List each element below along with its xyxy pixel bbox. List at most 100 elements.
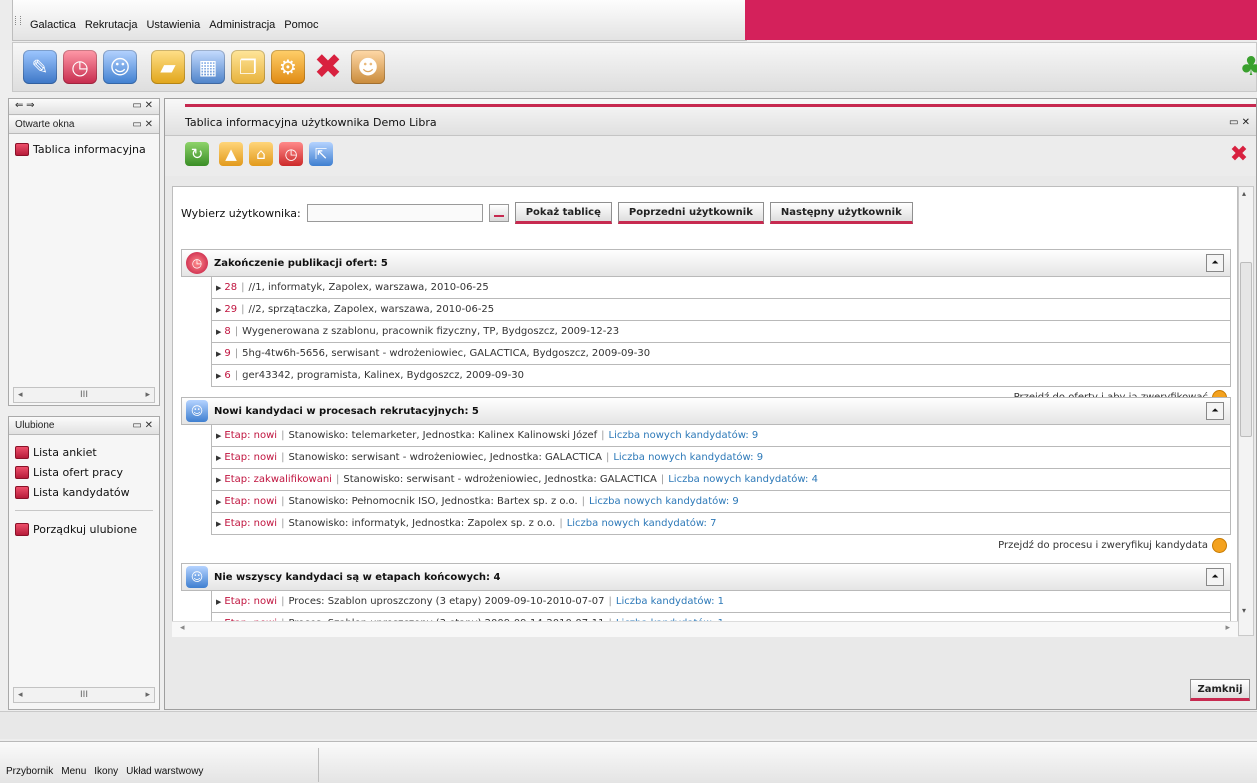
offer-id-link[interactable]: 9 bbox=[224, 348, 230, 359]
section-offers-ending: ◷ Zakończenie publikacji ofert: 5 ⏶ ▶ 28 |… bbox=[181, 249, 1231, 407]
refresh-icon[interactable]: ↻ bbox=[185, 142, 209, 166]
stage-link[interactable]: Etap: nowi bbox=[224, 496, 277, 507]
edit-icon[interactable]: ✎ bbox=[23, 50, 57, 84]
section-header: ☺ Nie wszyscy kandydaci są w etapach koń… bbox=[181, 563, 1231, 591]
close-window-icon[interactable]: ✖ bbox=[1227, 142, 1251, 167]
folder-icon[interactable]: ▰ bbox=[151, 50, 185, 84]
export-icon[interactable]: ⇱ bbox=[309, 142, 333, 166]
window-controls[interactable]: ▭ ✕ bbox=[1229, 117, 1250, 128]
calendar-icon[interactable]: ▦ bbox=[191, 50, 225, 84]
scroll-up-icon[interactable]: ▴ bbox=[1242, 189, 1246, 198]
nav-panel-controls[interactable]: ▭ ✕ bbox=[132, 100, 153, 111]
favorite-item[interactable]: Lista ankiet bbox=[9, 442, 159, 462]
candidates-count-link[interactable]: Liczba nowych kandydatów: 9 bbox=[609, 430, 759, 441]
scroll-right-icon[interactable]: ▸ bbox=[145, 690, 150, 700]
stage-link[interactable]: Etap: nowi bbox=[224, 452, 277, 463]
offer-id-link[interactable]: 8 bbox=[224, 326, 230, 337]
scroll-thumb-icon[interactable]: III bbox=[80, 390, 88, 400]
menu-item-galactica[interactable]: Galactica bbox=[30, 19, 76, 31]
collapse-icon[interactable]: ⏶ bbox=[1206, 402, 1224, 420]
user-filter-label: Wybierz użytkownika: bbox=[181, 206, 301, 220]
candidates-count-link[interactable]: Liczba nowych kandydatów: 4 bbox=[668, 474, 818, 485]
separator: | bbox=[234, 370, 239, 381]
separator: | bbox=[660, 474, 665, 485]
arrow-up-icon[interactable]: ▲ bbox=[219, 142, 243, 166]
user-key-icon[interactable]: ☻ bbox=[351, 50, 385, 84]
stage-link[interactable]: Etap: nowi bbox=[224, 518, 277, 529]
offer-id-link[interactable]: 29 bbox=[224, 304, 237, 315]
process-row[interactable]: ▶ Etap: nowi | Stanowisko: Pełnomocnik ISO,… bbox=[211, 491, 1231, 513]
user-picker-button[interactable] bbox=[488, 204, 509, 222]
menu-item-pomoc[interactable]: Pomoc bbox=[284, 19, 318, 31]
open-windows-controls[interactable]: ▭ ✕ bbox=[132, 119, 153, 130]
stage-link[interactable]: Etap: nowi bbox=[224, 430, 277, 441]
close-button[interactable]: Zamknij bbox=[1190, 679, 1250, 701]
next-user-button[interactable]: Następny użytkownik bbox=[769, 202, 913, 224]
favorite-item[interactable]: Lista kandydatów bbox=[9, 482, 159, 502]
process-row[interactable]: ▶ Etap: nowi | Stanowisko: informatyk, Jedn… bbox=[211, 513, 1231, 535]
section-footer[interactable]: Przejdź do procesu i zweryfikuj kandydat… bbox=[181, 535, 1231, 555]
settings-gear-icon[interactable]: ⚙ bbox=[271, 50, 305, 84]
stage-link[interactable]: Etap: nowi bbox=[224, 596, 277, 607]
bullet-icon: ▶ bbox=[216, 371, 222, 380]
list-icon bbox=[15, 465, 29, 479]
menu-item-ustawienia[interactable]: Ustawienia bbox=[146, 19, 200, 31]
clock-icon[interactable]: ◷ bbox=[63, 50, 97, 84]
offer-row[interactable]: ▶ 8 | Wygenerowana z szablonu, pracownik fi… bbox=[211, 321, 1231, 343]
process-row[interactable]: ▶ Etap: zakwalifikowani | Stanowisko: serwi… bbox=[211, 469, 1231, 491]
open-windows-scrollbar[interactable]: ◂ III ▸ bbox=[13, 387, 155, 403]
close-x-icon[interactable]: ✖ bbox=[311, 47, 345, 87]
favorite-item[interactable]: Lista ofert pracy bbox=[9, 462, 159, 482]
offer-id-link[interactable]: 6 bbox=[224, 370, 230, 381]
arrow-home-icon[interactable]: ⌂ bbox=[249, 142, 273, 166]
documents-icon[interactable]: ❐ bbox=[231, 50, 265, 84]
candidates-count-link[interactable]: Liczba kandydatów: 1 bbox=[616, 596, 724, 607]
scroll-left-icon[interactable]: ◂ bbox=[180, 623, 185, 633]
process-row[interactable]: ▶Etap: nowi |Proces: Szablon uproszczony … bbox=[211, 591, 1231, 613]
status-icons[interactable]: Ikony bbox=[94, 766, 118, 777]
section-footer-text[interactable]: Przejdź do procesu i zweryfikuj kandydat… bbox=[998, 540, 1208, 551]
menu-grip[interactable] bbox=[15, 16, 21, 25]
vertical-scroll-thumb[interactable] bbox=[1240, 262, 1252, 437]
organize-favorites-item[interactable]: Porządkuj ulubione bbox=[9, 519, 159, 539]
favorites-scrollbar[interactable]: ◂ III ▸ bbox=[13, 687, 155, 703]
scroll-right-icon[interactable]: ▸ bbox=[145, 390, 150, 400]
users-icon[interactable]: ☺ bbox=[103, 50, 137, 84]
collapse-icon[interactable]: ⏶ bbox=[1206, 254, 1224, 272]
process-row[interactable]: ▶ Etap: nowi | Stanowisko: telemarketer, Je… bbox=[211, 425, 1231, 447]
menu-item-rekrutacja[interactable]: Rekrutacja bbox=[85, 19, 138, 31]
open-window-item[interactable]: Tablica informacyjna bbox=[9, 139, 159, 159]
offer-row[interactable]: ▶ 9 | 5hg-4tw6h-5656, serwisant - wdrożenio… bbox=[211, 343, 1231, 365]
stage-link[interactable]: Etap: zakwalifikowani bbox=[224, 474, 332, 485]
process-row[interactable]: ▶ Etap: nowi | Stanowisko: serwisant - wdro… bbox=[211, 447, 1231, 469]
favorites-controls[interactable]: ▭ ✕ bbox=[132, 420, 153, 431]
candidates-count-link[interactable]: Liczba nowych kandydatów: 9 bbox=[589, 496, 739, 507]
scroll-thumb-icon[interactable]: III bbox=[80, 690, 88, 700]
offer-row[interactable]: ▶ 29 |//2, sprzątaczka, Zapolex, warszawa,… bbox=[211, 299, 1231, 321]
user-input[interactable] bbox=[306, 204, 483, 222]
favorites-header: Ulubione ▭ ✕ bbox=[9, 417, 159, 435]
candidates-count-link[interactable]: Liczba nowych kandydatów: 9 bbox=[613, 452, 763, 463]
scroll-left-icon[interactable]: ◂ bbox=[18, 390, 23, 400]
clock-icon[interactable]: ◷ bbox=[279, 142, 303, 166]
offer-row[interactable]: ▶ 28 |//1, informatyk, Zapolex, warszawa, … bbox=[211, 277, 1231, 299]
candidates-count-link[interactable]: Liczba nowych kandydatów: 7 bbox=[567, 518, 717, 529]
menu-item-administracja[interactable]: Administracja bbox=[209, 19, 275, 31]
content-horizontal-scrollbar[interactable]: ◂ ▸ bbox=[172, 621, 1238, 637]
clover-icon[interactable]: ♣ bbox=[1239, 50, 1257, 84]
process-details: Stanowisko: telemarketer, Jednostka: Kal… bbox=[288, 430, 598, 441]
clock-icon: ◷ bbox=[186, 252, 208, 274]
scroll-down-icon[interactable]: ▾ bbox=[1242, 606, 1246, 615]
collapse-icon[interactable]: ⏶ bbox=[1206, 568, 1224, 586]
open-windows-header: Otwarte okna ▭ ✕ bbox=[9, 116, 159, 134]
scroll-left-icon[interactable]: ◂ bbox=[18, 690, 23, 700]
offer-row[interactable]: ▶ 6 | ger43342, programista, Kalinex, Bydgo… bbox=[211, 365, 1231, 387]
status-layered-layout[interactable]: Układ warstwowy bbox=[126, 766, 203, 777]
show-board-button[interactable]: Pokaż tablicę bbox=[514, 202, 612, 224]
offer-id-link[interactable]: 28 bbox=[224, 282, 237, 293]
previous-user-button[interactable]: Poprzedni użytkownik bbox=[617, 202, 764, 224]
scroll-right-icon[interactable]: ▸ bbox=[1225, 623, 1230, 633]
status-menu[interactable]: Menu bbox=[61, 766, 86, 777]
status-toolbox[interactable]: Przybornik bbox=[6, 766, 53, 777]
nav-arrows-icon[interactable]: ⇐ ⇒ bbox=[15, 100, 35, 111]
